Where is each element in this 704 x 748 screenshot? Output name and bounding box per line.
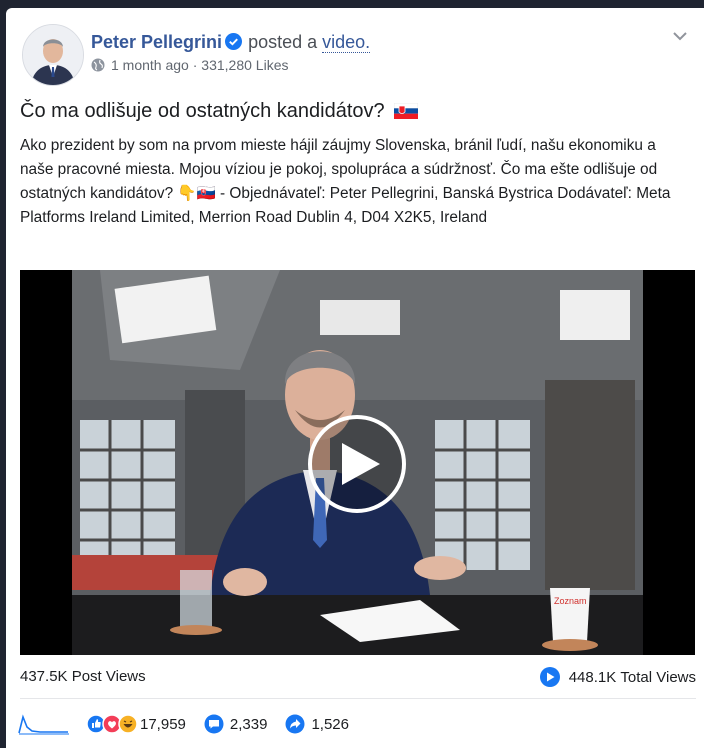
shares-stat[interactable]: 1,526 <box>285 714 349 734</box>
globe-icon <box>91 58 105 72</box>
reaction-icons[interactable] <box>86 714 138 734</box>
total-views-value: 448.1K <box>568 668 617 686</box>
play-button[interactable] <box>308 415 406 513</box>
total-views: 448.1K Total Views <box>539 666 696 688</box>
post-meta: 1 month ago · 331,280 Likes <box>91 57 288 73</box>
shares-count: 1,526 <box>311 715 349 733</box>
avatar[interactable] <box>22 24 84 86</box>
haha-icon <box>118 714 138 734</box>
page-likes: 331,280 Likes <box>201 57 289 73</box>
total-views-label: Total Views <box>620 668 696 686</box>
author-name[interactable]: Peter Pellegrini <box>91 32 222 52</box>
post-body: Ako prezident by som na prvom mieste háj… <box>20 137 671 226</box>
comment-icon <box>204 714 224 734</box>
post-title: Čo ma odlišuje od ostatných kandidátov? <box>20 100 419 123</box>
flag-icon <box>394 103 419 119</box>
post-card: Peter Pellegrini posted a video. 1 month … <box>6 8 704 748</box>
sparkline-icon[interactable] <box>18 713 70 735</box>
post-title-text: Čo ma odlišuje od ostatných kandidátov? <box>20 100 385 122</box>
video-link[interactable]: video. <box>322 32 371 53</box>
author-line: Peter Pellegrini posted a video. <box>91 32 371 53</box>
share-icon <box>285 714 305 734</box>
post-time[interactable]: 1 month ago <box>111 57 189 73</box>
reactions-count[interactable]: 17,959 <box>140 716 186 733</box>
views-icon <box>539 667 560 687</box>
meta-separator: · <box>188 57 202 73</box>
play-icon <box>342 443 380 485</box>
post-action-text: posted a <box>248 32 318 52</box>
comments-stat[interactable]: 2,339 <box>204 714 268 734</box>
comments-count: 2,339 <box>229 715 268 733</box>
reactions-bar: 17,959 2,339 1,526 <box>86 714 349 734</box>
chevron-down-icon[interactable] <box>670 26 690 46</box>
verified-badge-icon <box>225 33 243 50</box>
divider <box>20 698 696 699</box>
post-views: 437.5K Post Views <box>20 668 146 685</box>
video-player[interactable]: Zoznam <box>20 270 695 655</box>
cup-logo-text: Zoznam <box>554 596 587 606</box>
